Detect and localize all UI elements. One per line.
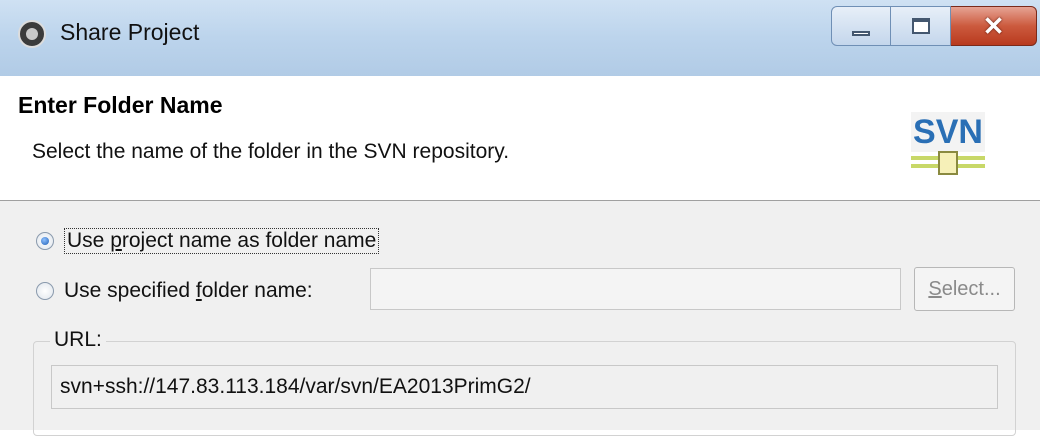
maximize-icon — [911, 18, 930, 34]
select-button[interactable]: Select... — [914, 267, 1015, 311]
page-title: Enter Folder Name — [18, 92, 223, 118]
minimize-button[interactable] — [831, 6, 891, 46]
radio-checked-icon[interactable] — [36, 232, 54, 250]
radio-unchecked-icon[interactable] — [36, 282, 54, 300]
close-icon: ✕ — [982, 11, 1005, 41]
window-controls: ✕ — [831, 6, 1037, 46]
wizard-header: Enter Folder Name Select the name of the… — [0, 76, 1040, 201]
svn-logo-text: SVN — [913, 113, 983, 151]
radio-use-project-name[interactable]: Use project name as folder name — [36, 228, 380, 254]
url-field[interactable]: svn+ssh://147.83.113.184/var/svn/EA2013P… — [51, 365, 998, 409]
eclipse-gear-icon — [18, 20, 46, 48]
page-description: Select the name of the folder in the SVN… — [32, 140, 510, 163]
window-title: Share Project — [60, 19, 200, 45]
title-bar[interactable]: Share Project ✕ — [0, 0, 1040, 76]
radio-label-use-project-name: Use project name as folder name — [64, 228, 380, 254]
svn-logo-icon: SVN — [911, 112, 985, 175]
folder-name-input[interactable] — [370, 268, 901, 310]
radio-label-use-specified-name: Use specified folder name: — [64, 279, 313, 302]
close-button[interactable]: ✕ — [951, 6, 1037, 46]
radio-use-specified-name[interactable]: Use specified folder name: — [36, 279, 313, 303]
minimize-icon — [852, 30, 870, 36]
maximize-button[interactable] — [891, 6, 951, 46]
url-label: URL: — [50, 328, 106, 352]
